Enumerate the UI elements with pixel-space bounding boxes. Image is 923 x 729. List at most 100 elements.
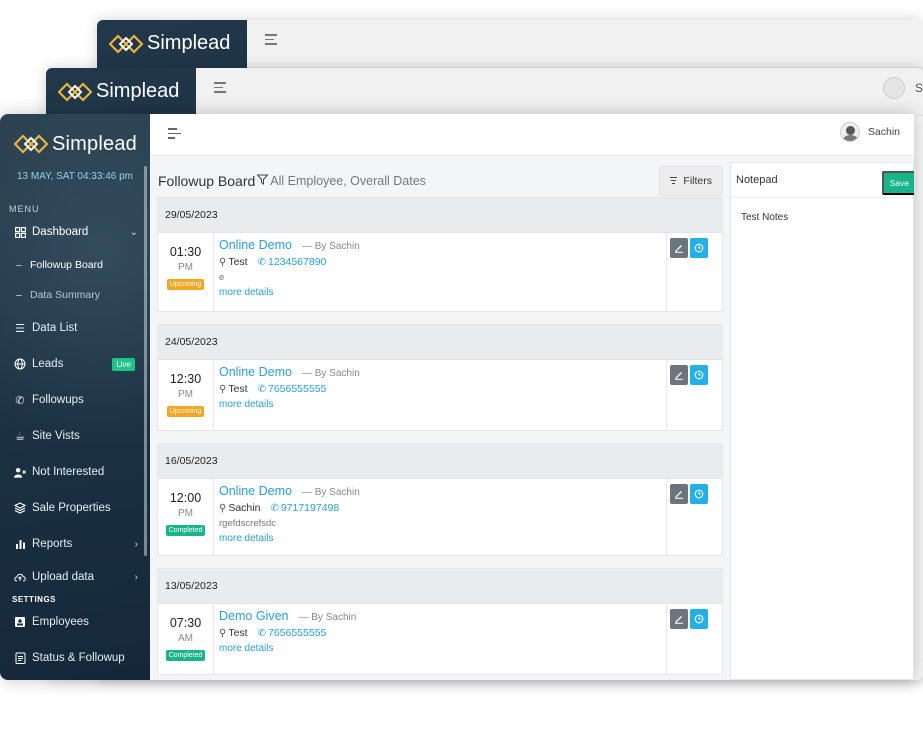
followup-note: e [219, 272, 225, 283]
followup-ampm: PM [178, 262, 193, 273]
sidebar-item-sale-properties[interactable]: Sale Properties [0, 490, 150, 526]
board-header: Followup Board All Employee, Overall Dat… [158, 166, 723, 196]
edit-button[interactable] [670, 365, 688, 385]
brand-name: Simplead [52, 132, 137, 155]
history-button[interactable] [690, 238, 708, 258]
pencil-icon [675, 616, 683, 624]
followup-title[interactable]: Demo Given [219, 609, 288, 623]
sidebar-item-label: Data List [32, 322, 78, 334]
entry-actions [667, 604, 722, 674]
main-window: Simplead 13 MAY, SAT 04:33:46 pm MENU Da… [0, 114, 914, 680]
followup-byline: — By Sachin [298, 612, 357, 623]
live-badge: Live [112, 357, 135, 371]
logo-mark-icon [14, 134, 48, 154]
sidebar-item-label: Status & Followup [32, 652, 125, 664]
phone-icon: ✆ [257, 384, 266, 395]
phone-link[interactable]: ✆ 7656555555 [258, 627, 327, 639]
person-icon: ⚲ [219, 628, 227, 639]
phone-link[interactable]: ✆ 9717197498 [270, 502, 339, 514]
phone-icon: ✆ [15, 394, 25, 407]
followup-entry: 12:00 PM Completed Online Demo — By Sach… [158, 479, 722, 555]
page-title: Followup Board [158, 173, 256, 189]
user-name: Sachin [867, 126, 900, 138]
filters-label: Filters [683, 175, 712, 187]
sidebar-item-label: Dashboard [32, 226, 89, 238]
save-button[interactable]: Save [881, 171, 914, 195]
more-details-link[interactable]: more details [219, 643, 666, 654]
settings-caption: SETTINGS [12, 595, 57, 604]
followup-byline: — By Sachin [301, 487, 360, 498]
funnel-icon[interactable] [256, 174, 269, 188]
phone-icon: ✆ [257, 257, 266, 268]
notepad-panel: Notepad Save Test Notes [730, 162, 914, 680]
clock-icon [694, 243, 704, 253]
sidebar-item-employees[interactable]: Employees [0, 604, 150, 640]
sidebar-subitem-data-summary[interactable]: Data Summary [0, 280, 150, 310]
followup-title[interactable]: Online Demo [219, 365, 292, 379]
contact: ⚲ Test [219, 256, 248, 268]
menu-caption: MENU [9, 204, 40, 214]
filter-lines-icon [670, 176, 678, 186]
followup-feed: 29/05/2023 01:30 PM Upcoming Online Demo… [157, 197, 723, 680]
date-group: 24/05/2023 12:30 PM Upcoming Online Demo… [157, 324, 723, 431]
pencil-icon [675, 245, 683, 253]
edit-button[interactable] [670, 609, 688, 629]
sidebar-item-label: Leads [32, 358, 64, 370]
more-details-link[interactable]: more details [219, 287, 666, 298]
grid-icon [14, 226, 26, 238]
more-details-link[interactable]: more details [219, 399, 666, 410]
phone-link[interactable]: ✆ 1234567890 [258, 256, 327, 268]
sidebar-item-label: Site Vists [32, 430, 80, 442]
edit-button[interactable] [670, 484, 688, 504]
notepad-title: Notepad [736, 174, 778, 186]
contact-name: Sachin [228, 502, 261, 514]
sidebar-item-reports[interactable]: Reports › [0, 526, 150, 562]
followup-title[interactable]: Online Demo [219, 484, 292, 498]
person-icon: ⚲ [219, 503, 227, 514]
filters-button[interactable]: Filters [659, 166, 723, 196]
sidebar-subitem-followup-board[interactable]: Followup Board [0, 250, 150, 280]
history-button[interactable] [690, 484, 708, 504]
group-date: 13/05/2023 [158, 569, 722, 604]
sidebar-item-status-followup[interactable]: Status & Followup [0, 640, 150, 676]
sidebar-item-dashboard[interactable]: Dashboard ⌄ [0, 214, 150, 250]
status-badge: Completed [165, 525, 206, 536]
edit-button[interactable] [670, 238, 688, 258]
sidebar-item-label: Reports [32, 538, 73, 550]
group-date: 16/05/2023 [158, 444, 722, 479]
sidebar-item-not-interested[interactable]: Not Interested [0, 454, 150, 490]
sidebar-scrollbar[interactable] [144, 166, 147, 556]
phone-link[interactable]: ✆ 7656555555 [258, 383, 327, 395]
followup-ampm: PM [178, 389, 193, 400]
sidebar-item-leads[interactable]: Leads Live [0, 346, 150, 382]
status-badge: Upcoming [166, 279, 205, 290]
top-bar: Sachin [150, 114, 914, 156]
cloud-upload-icon [14, 571, 26, 583]
brand-logo[interactable]: Simplead [0, 114, 150, 162]
background-brand-text: Simplead [96, 80, 180, 102]
notepad-textarea[interactable]: Test Notes [731, 198, 913, 223]
sidebar-item-upload-data[interactable]: Upload data › [0, 562, 150, 592]
contact-name: Test [228, 383, 248, 395]
followup-entry: 01:30 PM Upcoming Online Demo — By Sachi… [158, 233, 722, 311]
dash-icon [16, 294, 22, 296]
sidebar-item-label: Sale Properties [32, 502, 111, 514]
followup-time: 12:00 [169, 491, 202, 505]
hamburger-menu-icon[interactable] [168, 128, 181, 142]
user-menu[interactable]: Sachin [839, 122, 900, 142]
more-details-link[interactable]: more details [219, 533, 666, 544]
followup-title[interactable]: Online Demo [219, 238, 292, 252]
globe-icon [14, 358, 26, 370]
followup-details: Online Demo — By Sachin ⚲ Sachin ✆ 9717197… [214, 479, 667, 555]
sidebar-item-followups[interactable]: ✆ Followups [0, 382, 150, 418]
person-icon: ⚲ [219, 257, 227, 268]
pencil-icon [675, 372, 683, 380]
entry-actions [667, 233, 722, 311]
clock-icon [694, 370, 704, 380]
history-button[interactable] [690, 365, 708, 385]
status-badge: Completed [165, 650, 206, 661]
chevron-down-icon: ⌄ [129, 226, 138, 238]
sidebar-item-site-visits[interactable]: ☕ Site Vists [0, 418, 150, 454]
sidebar-item-data-list[interactable]: ☰ Data List [0, 310, 150, 346]
history-button[interactable] [690, 609, 708, 629]
